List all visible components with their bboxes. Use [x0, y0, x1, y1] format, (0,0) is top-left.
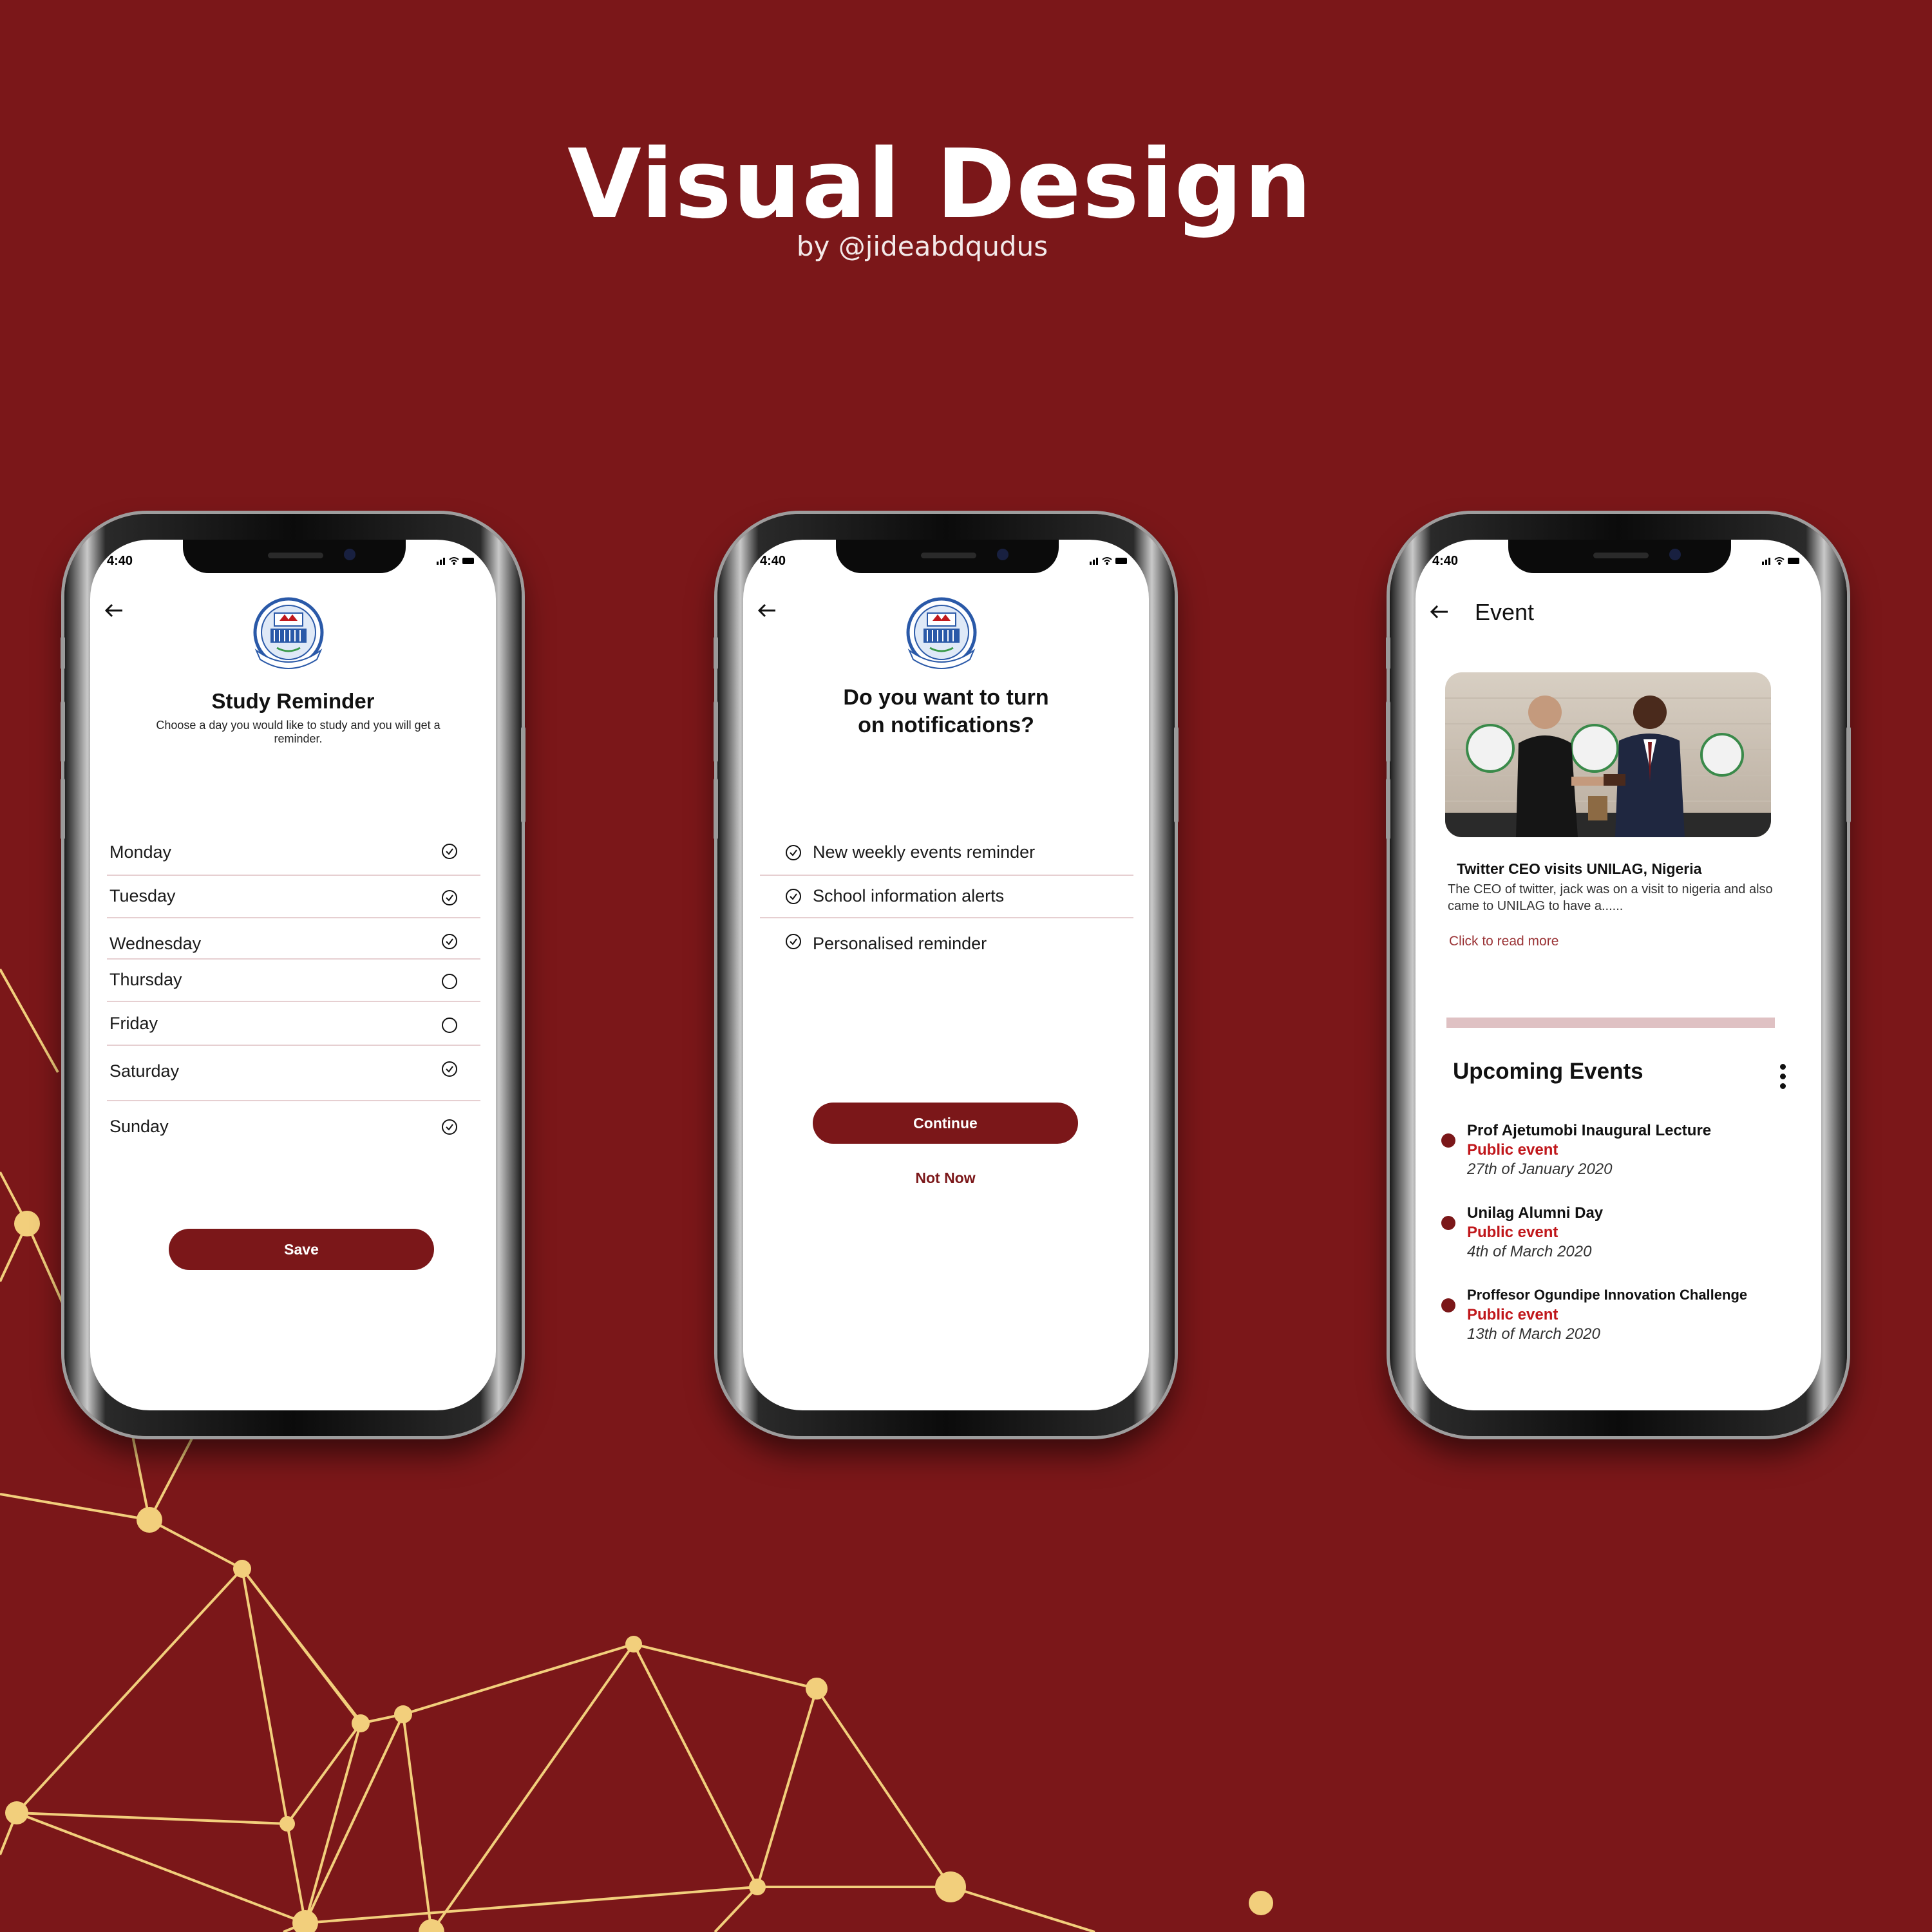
news-headline: Twitter CEO visits UNILAG, Nigeria — [1457, 860, 1702, 877]
phone-notifications: 4:40 Do you want to turn on notification… — [714, 514, 1179, 1436]
notch — [836, 540, 1059, 573]
volume-down-button — [714, 778, 718, 840]
save-button[interactable]: Save — [169, 1229, 434, 1270]
event-screen-title: Event — [1475, 599, 1535, 625]
row-divider — [107, 958, 480, 960]
status-time: 4:40 — [1432, 554, 1459, 568]
day-label-saturday: Saturday — [109, 1061, 180, 1081]
section-separator — [1446, 1018, 1775, 1028]
checked-circle-icon[interactable] — [440, 1060, 459, 1078]
row-divider — [760, 875, 1133, 876]
upcoming-event-name[interactable]: Unilag Alumni Day — [1467, 1204, 1603, 1222]
news-body: The CEO of twitter, jack was on a visit … — [1448, 882, 1773, 913]
notch — [1508, 540, 1731, 573]
checked-circle-icon[interactable] — [440, 889, 459, 907]
upcoming-event-name[interactable]: Prof Ajetumobi Inaugural Lecture — [1467, 1122, 1711, 1140]
status-time: 4:40 — [760, 554, 786, 568]
mute-switch — [1386, 636, 1390, 670]
phone-event: 4:40 Event Twitter CEO visits UNILAG, Ni… — [1386, 514, 1851, 1436]
study-reminder-title: Study Reminder — [211, 689, 375, 713]
speaker — [1593, 553, 1649, 558]
upcoming-event-date: 4th of March 2020 — [1467, 1243, 1592, 1260]
notch — [183, 540, 406, 573]
upcoming-event-date: 27th of January 2020 — [1467, 1160, 1613, 1178]
front-camera — [344, 549, 355, 560]
checked-circle-icon[interactable] — [784, 933, 802, 951]
mute-switch — [714, 636, 718, 670]
upcoming-event-type: Public event — [1467, 1224, 1558, 1241]
checked-circle-icon[interactable] — [784, 844, 802, 862]
volume-up-button — [1386, 701, 1390, 762]
day-label-monday: Monday — [109, 842, 172, 862]
not-now-button[interactable]: Not Now — [813, 1170, 1078, 1187]
notifications-title: Do you want to turn on notifications? — [743, 684, 1149, 739]
volume-up-button — [61, 701, 65, 762]
status-icons — [437, 557, 474, 565]
day-label-sunday: Sunday — [109, 1117, 169, 1136]
status-icons — [1762, 557, 1799, 565]
status-time: 4:40 — [107, 554, 133, 568]
checked-circle-icon[interactable] — [440, 933, 459, 951]
screen: 4:40 Do you want to turn on notification… — [743, 540, 1149, 1410]
row-divider — [760, 917, 1133, 918]
university-logo-icon — [906, 597, 977, 669]
row-divider — [107, 1045, 480, 1046]
news-photo[interactable] — [1445, 672, 1771, 837]
notifications-title-line1: Do you want to turn — [843, 685, 1049, 710]
phone-study-reminder: 4:40 Study Reminder Choose a day you wou… — [61, 514, 526, 1436]
row-divider — [107, 875, 480, 876]
power-button — [1174, 726, 1179, 823]
status-icons — [1090, 557, 1127, 565]
option-personalised-reminder: Personalised reminder — [813, 934, 987, 953]
upcoming-event-name[interactable]: Proffesor Ogundipe Innovation Challenge — [1467, 1287, 1747, 1303]
day-label-tuesday: Tuesday — [109, 886, 176, 905]
screen: 4:40 Event Twitter CEO visits UNILAG, Ni… — [1416, 540, 1821, 1410]
screen: 4:40 Study Reminder Choose a day you wou… — [90, 540, 496, 1410]
upcoming-event-date: 13th of March 2020 — [1467, 1325, 1600, 1343]
checked-circle-icon[interactable] — [784, 887, 802, 905]
back-arrow-icon[interactable] — [1430, 604, 1449, 620]
volume-down-button — [1386, 778, 1390, 840]
study-reminder-description: Choose a day you would like to study and… — [156, 719, 440, 745]
volume-up-button — [714, 701, 718, 762]
notifications-title-line2: on notifications? — [858, 713, 1034, 737]
back-arrow-icon[interactable] — [104, 603, 124, 618]
speaker — [268, 553, 323, 558]
row-divider — [107, 917, 480, 918]
volume-down-button — [61, 778, 65, 840]
option-weekly-events: New weekly events reminder — [813, 842, 1036, 862]
mute-switch — [61, 636, 65, 670]
upcoming-event-type: Public event — [1467, 1306, 1558, 1323]
power-button — [521, 726, 526, 823]
unchecked-circle-icon[interactable] — [440, 1016, 459, 1034]
power-button — [1846, 726, 1851, 823]
speaker — [921, 553, 976, 558]
more-options-icon[interactable] — [1780, 1064, 1786, 1093]
back-arrow-icon[interactable] — [757, 603, 777, 618]
day-label-wednesday: Wednesday — [109, 934, 202, 953]
page-title: Visual Design — [567, 129, 1313, 240]
checked-circle-icon[interactable] — [440, 1118, 459, 1136]
read-more-link[interactable]: Click to read more — [1449, 934, 1558, 949]
university-logo-icon — [253, 597, 324, 669]
row-divider — [107, 1001, 480, 1002]
upcoming-events-title: Upcoming Events — [1453, 1059, 1643, 1084]
option-school-alerts: School information alerts — [813, 886, 1005, 905]
upcoming-event-type: Public event — [1467, 1141, 1558, 1159]
event-bullet-icon — [1441, 1133, 1455, 1148]
page-subtitle: by @jideabdqudus — [796, 231, 1048, 262]
event-bullet-icon — [1441, 1216, 1455, 1230]
checked-circle-icon[interactable] — [440, 842, 459, 860]
event-bullet-icon — [1441, 1298, 1455, 1312]
continue-button[interactable]: Continue — [813, 1103, 1078, 1144]
day-label-friday: Friday — [109, 1014, 158, 1033]
unchecked-circle-icon[interactable] — [440, 972, 459, 990]
front-camera — [997, 549, 1009, 560]
day-label-thursday: Thursday — [109, 970, 182, 989]
row-divider — [107, 1100, 480, 1101]
front-camera — [1669, 549, 1681, 560]
